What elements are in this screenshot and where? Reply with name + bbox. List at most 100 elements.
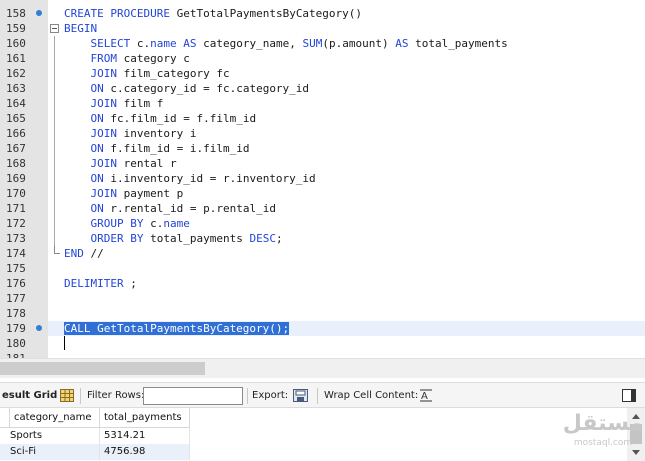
toolbar-divider (317, 388, 318, 404)
statement-marker-icon[interactable] (36, 325, 42, 331)
line-number: 159 (6, 22, 26, 35)
code-text: JOIN inventory i (90, 127, 197, 140)
code-line[interactable]: 168 JOIN rental r (0, 156, 645, 171)
code-line[interactable]: 166 JOIN inventory i (0, 126, 645, 141)
code-text: JOIN film f (90, 97, 164, 110)
code-line[interactable]: 172 GROUP BY c.name (0, 216, 645, 231)
export-label: Export: (252, 390, 289, 401)
code-text: CREATE PROCEDURE GetTotalPaymentsByCateg… (64, 7, 363, 20)
fold-guide-line (54, 126, 55, 141)
fold-toggle-icon[interactable] (50, 24, 59, 33)
line-number: 179 (6, 322, 26, 335)
code-line[interactable]: 159 BEGIN (0, 21, 645, 36)
code-line[interactable]: 174 END // (0, 246, 645, 261)
fold-guide-line (54, 141, 55, 156)
scrollbar-thumb[interactable] (0, 362, 205, 375)
code-line[interactable]: 167 ON f.film_id = i.film_id (0, 141, 645, 156)
code-text: ON fc.film_id = f.film_id (90, 112, 257, 125)
code-text: BEGIN (64, 22, 98, 35)
code-line[interactable]: 158 CREATE PROCEDURE GetTotalPaymentsByCa… (0, 6, 645, 21)
result-grid-tab[interactable]: esult Grid (2, 390, 57, 402)
row-header-corner (0, 408, 10, 428)
toolbar-divider (247, 388, 248, 404)
code-line[interactable]: 162 JOIN film_category fc (0, 66, 645, 81)
code-text: ON f.film_id = i.film_id (90, 142, 250, 155)
code-line[interactable]: 171 ON r.rental_id = p.rental_id (0, 201, 645, 216)
watermark-logo-text: مستقل (562, 411, 644, 436)
code-line[interactable]: 177 (0, 291, 645, 306)
code-line[interactable]: 176 DELIMITER ; (0, 276, 645, 291)
result-grid[interactable]: category_name total_payments Sports 5314… (0, 408, 645, 461)
toolbar-divider (80, 388, 81, 404)
line-number: 164 (6, 97, 26, 110)
code-text: SELECT c.name AS category_name, SUM(p.am… (90, 37, 508, 50)
code-line[interactable]: 179 CALL GetTotalPaymentsByCategory(); (0, 321, 645, 336)
code-line[interactable]: 161 FROM category c (0, 51, 645, 66)
line-number: 173 (6, 232, 26, 245)
result-toolbar: esult Grid Filter Rows: Export: Wrap Cel… (0, 382, 645, 408)
table-row[interactable]: Sci-Fi 4756.98 (0, 444, 190, 460)
fold-end-icon (54, 246, 60, 254)
code-line[interactable]: 163 ON c.category_id = fc.category_id (0, 81, 645, 96)
cell-category-name[interactable]: Sci-Fi (6, 444, 100, 460)
fold-guide-line (54, 96, 55, 111)
fold-guide-line (54, 66, 55, 81)
code-text: GROUP BY c.name (90, 217, 190, 230)
svg-text:A: A (421, 391, 428, 402)
editor-horizontal-scrollbar[interactable] (0, 358, 645, 378)
code-line[interactable]: 165 ON fc.film_id = f.film_id (0, 111, 645, 126)
code-text: ON i.inventory_id = r.inventory_id (90, 172, 316, 185)
cell-total-payments[interactable]: 4756.98 (100, 444, 190, 460)
filter-rows-label: Filter Rows: (87, 390, 145, 401)
cell-total-payments[interactable]: 5314.21 (100, 428, 190, 444)
filter-rows-input[interactable] (143, 387, 243, 405)
sql-editor[interactable]: 158 CREATE PROCEDURE GetTotalPaymentsByCa… (0, 0, 645, 358)
watermark-url: mostaql.com (573, 438, 633, 448)
line-number: 167 (6, 142, 26, 155)
code-line[interactable]: 170 JOIN payment p (0, 186, 645, 201)
code-line[interactable]: 180 (0, 336, 645, 351)
wrap-text-icon[interactable]: A (420, 389, 434, 402)
code-line[interactable]: 160 SELECT c.name AS category_name, SUM(… (0, 36, 645, 51)
code-line[interactable]: 164 JOIN film f (0, 96, 645, 111)
code-text: ORDER BY total_payments DESC; (90, 232, 283, 245)
line-number: 171 (6, 202, 26, 215)
fold-guide-line (54, 231, 55, 246)
text-caret (64, 336, 65, 350)
code-text: ON r.rental_id = p.rental_id (90, 202, 276, 215)
code-text: JOIN rental r (90, 157, 177, 170)
fold-guide-line (54, 36, 55, 51)
code-text: END // (64, 247, 104, 260)
code-text: DELIMITER ; (64, 277, 137, 290)
export-icon[interactable] (293, 389, 308, 402)
line-number: 165 (6, 112, 26, 125)
line-number: 170 (6, 187, 26, 200)
code-line[interactable]: 173 ORDER BY total_payments DESC; (0, 231, 645, 246)
grid-icon[interactable] (60, 389, 74, 402)
table-row[interactable]: Sports 5314.21 (0, 428, 190, 444)
line-number: 175 (6, 262, 26, 275)
line-number: 177 (6, 292, 26, 305)
line-number: 163 (6, 82, 26, 95)
column-header-category-name[interactable]: category_name (10, 408, 100, 428)
line-number: 174 (6, 247, 26, 260)
fold-guide-line (54, 156, 55, 171)
line-number: 168 (6, 157, 26, 170)
code-line[interactable]: 169 ON i.inventory_id = r.inventory_id (0, 171, 645, 186)
line-number: 178 (6, 307, 26, 320)
line-number: 180 (6, 337, 26, 350)
code-text: ON c.category_id = fc.category_id (90, 82, 310, 95)
line-number: 160 (6, 37, 26, 50)
line-number: 176 (6, 277, 26, 290)
cell-category-name[interactable]: Sports (6, 428, 100, 444)
fold-guide-line (54, 186, 55, 201)
code-line[interactable]: 178 (0, 306, 645, 321)
code-line[interactable]: 181 (0, 351, 645, 358)
panel-toggle-icon[interactable] (622, 389, 636, 402)
statement-marker-icon[interactable] (36, 10, 42, 16)
mostaql-watermark: مستقل mostaql.com (562, 410, 644, 460)
selected-text: CALL GetTotalPaymentsByCategory(); (64, 322, 290, 335)
code-line[interactable]: 175 (0, 261, 645, 276)
code-text: FROM category c (90, 52, 190, 65)
column-header-total-payments[interactable]: total_payments (100, 408, 190, 428)
